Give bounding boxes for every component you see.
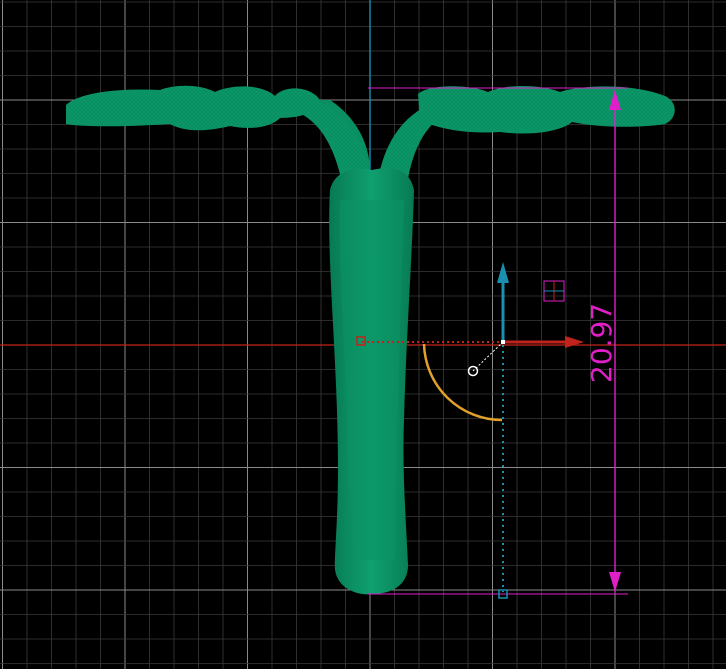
- viewport-canvas[interactable]: 20.97: [0, 0, 726, 669]
- right-leaf-cluster: [418, 86, 675, 134]
- gizmo-center-point[interactable]: [501, 340, 505, 344]
- rotate-arc-handle[interactable]: [422, 343, 503, 422]
- pivot-link: [472, 341, 504, 372]
- y-arrow-icon[interactable]: [497, 262, 509, 283]
- x-arrow-icon[interactable]: [565, 336, 584, 348]
- dimension-arrow-bottom-icon: [609, 572, 621, 592]
- left-leaf-cluster: [66, 85, 322, 131]
- dimension-value[interactable]: 20.97: [585, 303, 618, 383]
- plane-handle-icon[interactable]: [543, 280, 565, 302]
- 3d-viewport[interactable]: 20.97: [0, 0, 726, 669]
